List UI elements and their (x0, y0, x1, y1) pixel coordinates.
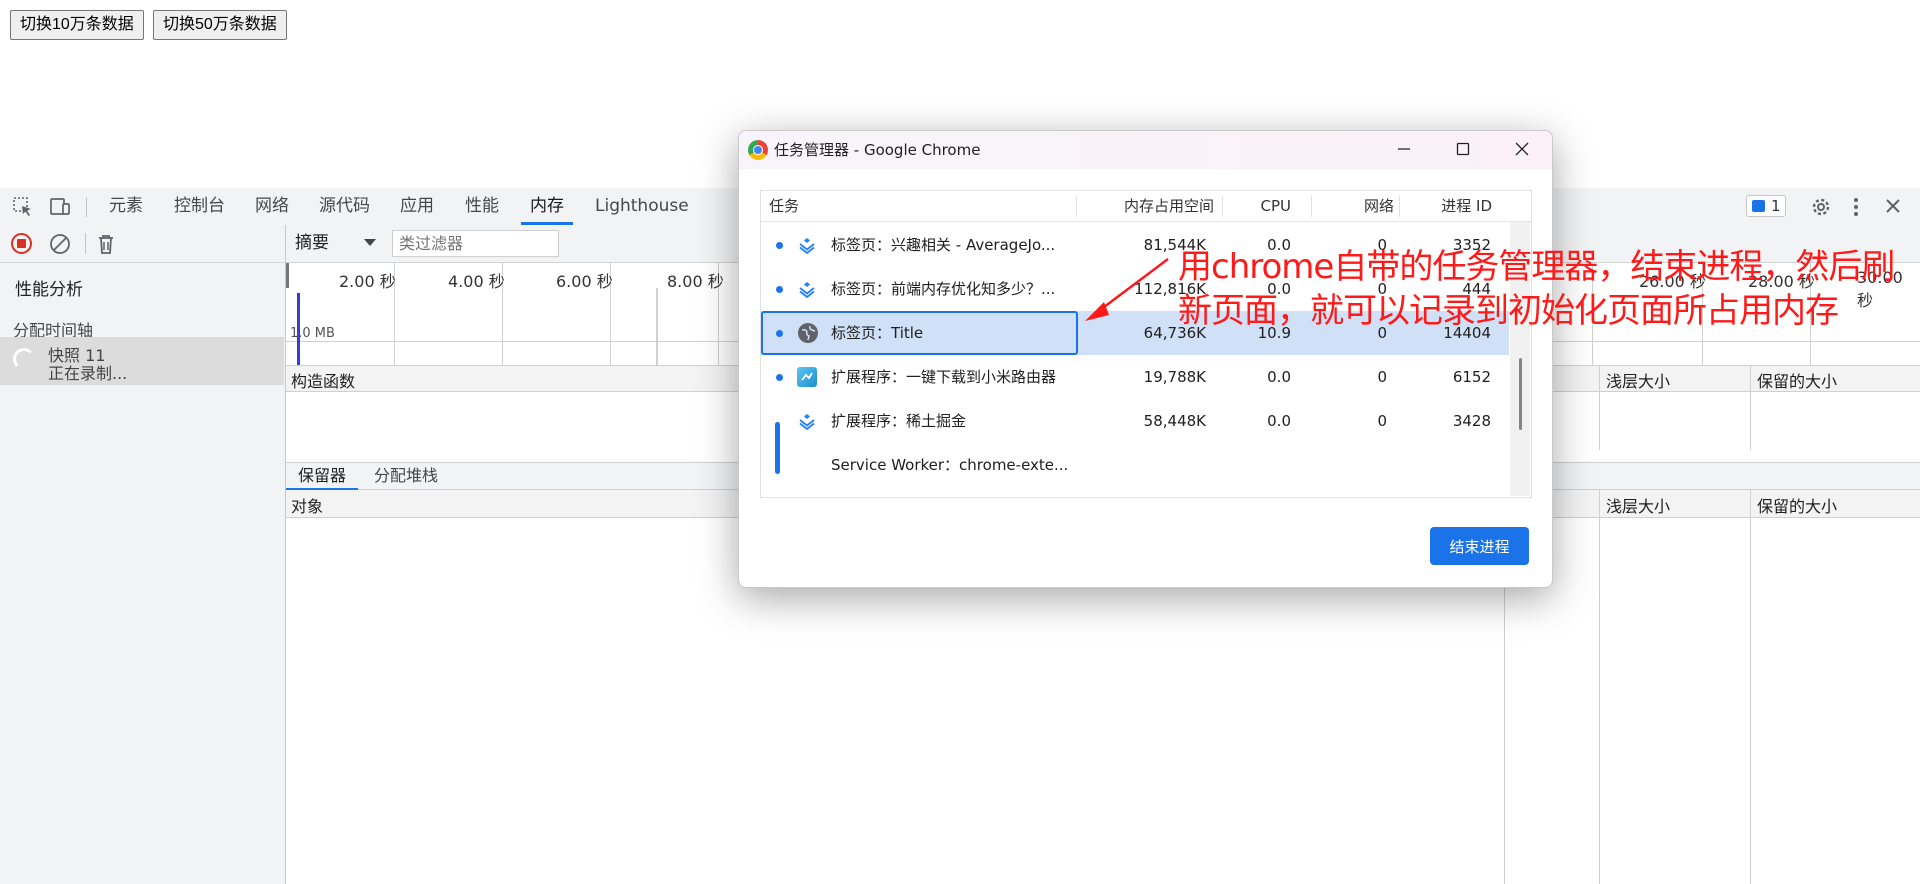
process-row[interactable]: Service Worker：chrome-exte... (761, 443, 1509, 487)
globe-icon (798, 323, 818, 343)
bullet-icon (776, 242, 783, 249)
timeline-window-handle[interactable] (286, 263, 289, 288)
switch-100k-button[interactable]: 切换10万条数据 (10, 10, 144, 40)
chrome-logo-icon (748, 140, 768, 160)
time-tick: 8.00 秒 (667, 272, 724, 291)
switch-500k-button[interactable]: 切换50万条数据 (153, 10, 287, 40)
issues-count: 1 (1771, 197, 1781, 215)
snapshot-item[interactable]: 快照 11 正在录制... (0, 337, 284, 385)
bullet-icon (776, 374, 783, 381)
juejin-icon (797, 235, 817, 255)
toolbar-divider (85, 233, 86, 254)
annotation-arrow (1085, 258, 1169, 321)
tab-performance[interactable]: 性能 (465, 188, 499, 225)
issues-badge[interactable]: 1 (1746, 195, 1786, 217)
process-table: 任务 内存占用空间 CPU 网络 进程 ID 标签页：兴趣相关 - Averag… (760, 190, 1532, 498)
task-name: 标签页：兴趣相关 - AverageJo... (831, 236, 1056, 254)
task-name: 扩展程序：稀土掘金 (831, 412, 967, 430)
view-select[interactable]: 摘要 (295, 225, 329, 262)
snapshot-status: 正在录制... (48, 364, 128, 383)
tab-network[interactable]: 网络 (255, 188, 289, 225)
pid-value: 6152 (1452, 368, 1491, 386)
task-name: 扩展程序：一键下载到小米路由器 (831, 368, 1057, 386)
tab-allocation-stack[interactable]: 分配堆栈 (374, 463, 438, 488)
memory-value: 19,788K (1143, 368, 1206, 386)
network-value: 0 (1377, 412, 1387, 430)
time-tick: 6.00 秒 (556, 272, 613, 291)
close-window-icon[interactable] (1514, 141, 1530, 161)
device-toolbar-icon[interactable] (48, 196, 72, 223)
maximize-icon[interactable] (1455, 141, 1471, 161)
task-manager-titlebar[interactable]: 任务管理器 - Google Chrome (739, 131, 1552, 169)
process-row[interactable]: 扩展程序：一键下载到小米路由器 19,788K 0.0 0 6152 (761, 355, 1509, 399)
network-column[interactable]: 网络 (1314, 191, 1394, 222)
task-name: Service Worker：chrome-exte... (831, 456, 1069, 474)
record-stop-icon[interactable] (11, 233, 32, 254)
shallow-size-column[interactable]: 浅层大小 (1606, 368, 1670, 392)
cpu-value: 0.0 (1267, 368, 1291, 386)
tab-lighthouse[interactable]: Lighthouse (595, 188, 689, 225)
end-process-button[interactable]: 结束进程 (1430, 527, 1529, 565)
xiaomi-extension-icon (797, 367, 817, 387)
process-row[interactable]: 扩展程序：稀土掘金 58,448K 0.0 0 3428 (761, 399, 1509, 443)
memory-column[interactable]: 内存占用空间 (1079, 191, 1214, 222)
memory-value: 58,448K (1143, 412, 1206, 430)
window-title: 任务管理器 - Google Chrome (774, 141, 981, 159)
trash-icon[interactable] (97, 233, 115, 259)
pid-value: 3428 (1452, 412, 1491, 430)
memory-scale-label: 1.0 MB (290, 326, 335, 341)
retained-size-column[interactable]: 保留的大小 (1757, 368, 1837, 392)
object-column[interactable]: 对象 (291, 493, 323, 517)
shallow-size-column[interactable]: 浅层大小 (1606, 493, 1670, 517)
inspect-element-icon[interactable] (12, 196, 34, 223)
tab-sources[interactable]: 源代码 (319, 188, 370, 225)
profiles-heading: 性能分析 (15, 280, 83, 300)
chevron-down-icon[interactable] (364, 239, 376, 246)
juejin-icon (797, 279, 817, 299)
time-tick: 4.00 秒 (448, 272, 505, 291)
bullet-icon (776, 286, 783, 293)
time-tick: 2.00 秒 (339, 272, 396, 291)
juejin-icon (797, 411, 817, 431)
network-value: 0 (1377, 368, 1387, 386)
profiles-sidebar: 性能分析 分配时间轴 快照 11 正在录制... (0, 263, 286, 884)
annotation-text: 用chrome自带的任务管理器，结束进程，然后刷新页面，就可以记录到初始化页面所… (1178, 247, 1895, 331)
scrollbar-thumb[interactable] (1519, 358, 1522, 430)
class-filter-input[interactable] (392, 230, 559, 257)
pid-column[interactable]: 进程 ID (1402, 191, 1492, 222)
tab-retainers[interactable]: 保留器 (286, 463, 359, 490)
minimize-icon[interactable] (1396, 141, 1412, 161)
cpu-value: 0.0 (1267, 412, 1291, 430)
tab-application[interactable]: 应用 (400, 188, 434, 225)
clear-icon[interactable] (49, 233, 71, 259)
toolbar-split (285, 225, 286, 262)
tab-console[interactable]: 控制台 (174, 188, 225, 225)
task-name: 标签页：前端内存优化知多少？... (831, 280, 1056, 298)
bullet-icon (776, 330, 783, 337)
task-name: 标签页：Title (831, 324, 924, 342)
process-table-header: 任务 内存占用空间 CPU 网络 进程 ID (761, 191, 1531, 222)
loading-spinner-icon (13, 348, 35, 370)
tabbar-divider (86, 197, 87, 217)
retained-size-column[interactable]: 保留的大小 (1757, 493, 1837, 517)
close-devtools-icon[interactable] (1883, 196, 1903, 221)
cpu-column[interactable]: CPU (1225, 191, 1292, 222)
tab-memory[interactable]: 内存 (521, 188, 573, 225)
settings-gear-icon[interactable] (1809, 195, 1833, 224)
task-column[interactable]: 任务 (769, 191, 799, 222)
constructor-column[interactable]: 构造函数 (291, 368, 355, 392)
message-icon (1752, 200, 1765, 212)
tab-elements[interactable]: 元素 (109, 188, 143, 225)
more-options-icon[interactable] (1852, 195, 1860, 224)
task-manager-window: 任务管理器 - Google Chrome 任务 内存占用空间 CPU 网络 进… (738, 130, 1553, 588)
